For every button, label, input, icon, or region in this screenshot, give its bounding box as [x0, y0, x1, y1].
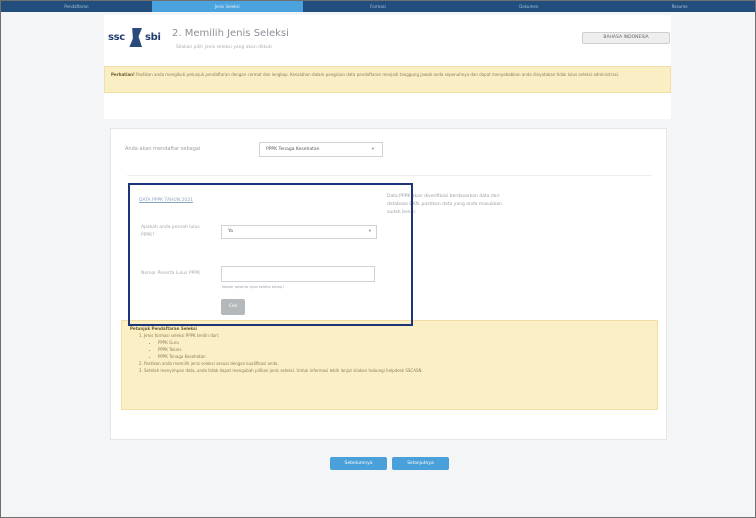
next-button[interactable]: Selanjutnya — [392, 457, 449, 470]
passed-pppk-label: Apakah anda pernah lulus PPPK? — [141, 225, 200, 238]
step-pendaftaran[interactable]: Pendaftaran — [1, 1, 152, 12]
formation-type-item: PPPK Tenaga Kesehatan — [158, 353, 649, 360]
instruction-text: Jenis formasi seleksi PPPK terdiri dari: — [144, 333, 220, 338]
instructions-list: Jenis formasi seleksi PPPK terdiri dari:… — [144, 332, 649, 374]
chevron-down-icon: ▾ — [371, 147, 374, 152]
check-button[interactable]: Cek — [221, 299, 245, 315]
step-dokumen[interactable]: Dokumen — [453, 1, 604, 12]
step-resume[interactable]: Resume — [604, 1, 755, 12]
browser-frame: Pendaftaran Jenis Seleksi Formasi Dokume… — [0, 0, 756, 518]
register-as-value: PPPK Tenaga Kesehatan — [266, 147, 320, 152]
instruction-item: Setelah menyimpan data, anda tidak dapat… — [144, 367, 649, 374]
divider — [127, 175, 652, 176]
step-navigation: Pendaftaran Jenis Seleksi Formasi Dokume… — [1, 1, 755, 12]
header-panel: ssc sbi 2. Memilih Jenis Seleksi Silakan… — [104, 15, 671, 119]
logo-mark-icon — [129, 28, 142, 47]
instruction-item: Jenis formasi seleksi PPPK terdiri dari:… — [144, 332, 649, 360]
previous-button[interactable]: Sebelumnya — [330, 457, 387, 470]
chevron-down-icon: ▾ — [368, 229, 371, 234]
formation-type-item: PPPK Guru — [158, 339, 649, 346]
instructions-box: Petunjuk Pendaftaran Seleksi Jenis forma… — [121, 320, 658, 410]
participant-number-label: Nomor Peserta Lulus PPPK — [141, 271, 201, 276]
formation-type-list: PPPK Guru PPPK Teknis PPPK Tenaga Keseha… — [158, 339, 649, 360]
sscasn-logo: ssc sbi — [108, 26, 168, 50]
step-formasi[interactable]: Formasi — [303, 1, 454, 12]
selection-form-panel: Anda akan mendaftar sebagai PPPK Tenaga … — [110, 128, 667, 440]
language-button[interactable]: BAHASA INDONESIA — [582, 32, 670, 44]
participant-number-hint: Nomor peserta ujian seleksi tahap I — [222, 285, 285, 289]
notice-text: Pastikan anda mengikuti petunjuk pendaft… — [136, 72, 620, 77]
participant-number-input[interactable] — [221, 266, 375, 282]
notice-banner: Perhatian! Pastikan anda mengikuti petun… — [104, 66, 671, 93]
passed-pppk-select[interactable]: Ya ▾ — [221, 225, 377, 239]
instructions-title: Petunjuk Pendaftaran Seleksi — [130, 326, 197, 331]
formation-type-item: PPPK Teknis — [158, 346, 649, 353]
notice-label: Perhatian! — [111, 72, 135, 77]
page-subtitle: Silakan pilih jenis seleksi yang akan di… — [176, 45, 272, 50]
verification-info-text: Data PPPK akan diverifikasi berdasarkan … — [387, 194, 502, 215]
page-title: 2. Memilih Jenis Seleksi — [172, 28, 289, 39]
register-as-select[interactable]: PPPK Tenaga Kesehatan ▾ — [259, 142, 383, 157]
step-jenis-seleksi[interactable]: Jenis Seleksi — [151, 1, 303, 12]
logo-text-right: sbi — [145, 32, 161, 43]
instruction-item: Pastikan anda memilih jenis seleksi sesu… — [144, 360, 649, 367]
logo-text-left: ssc — [108, 32, 125, 43]
register-as-label: Anda akan mendaftar sebagai — [125, 146, 201, 152]
data-pppk-title: DATA PPPK TAHUN 2021 — [139, 198, 193, 203]
passed-pppk-value: Ya — [228, 229, 233, 234]
